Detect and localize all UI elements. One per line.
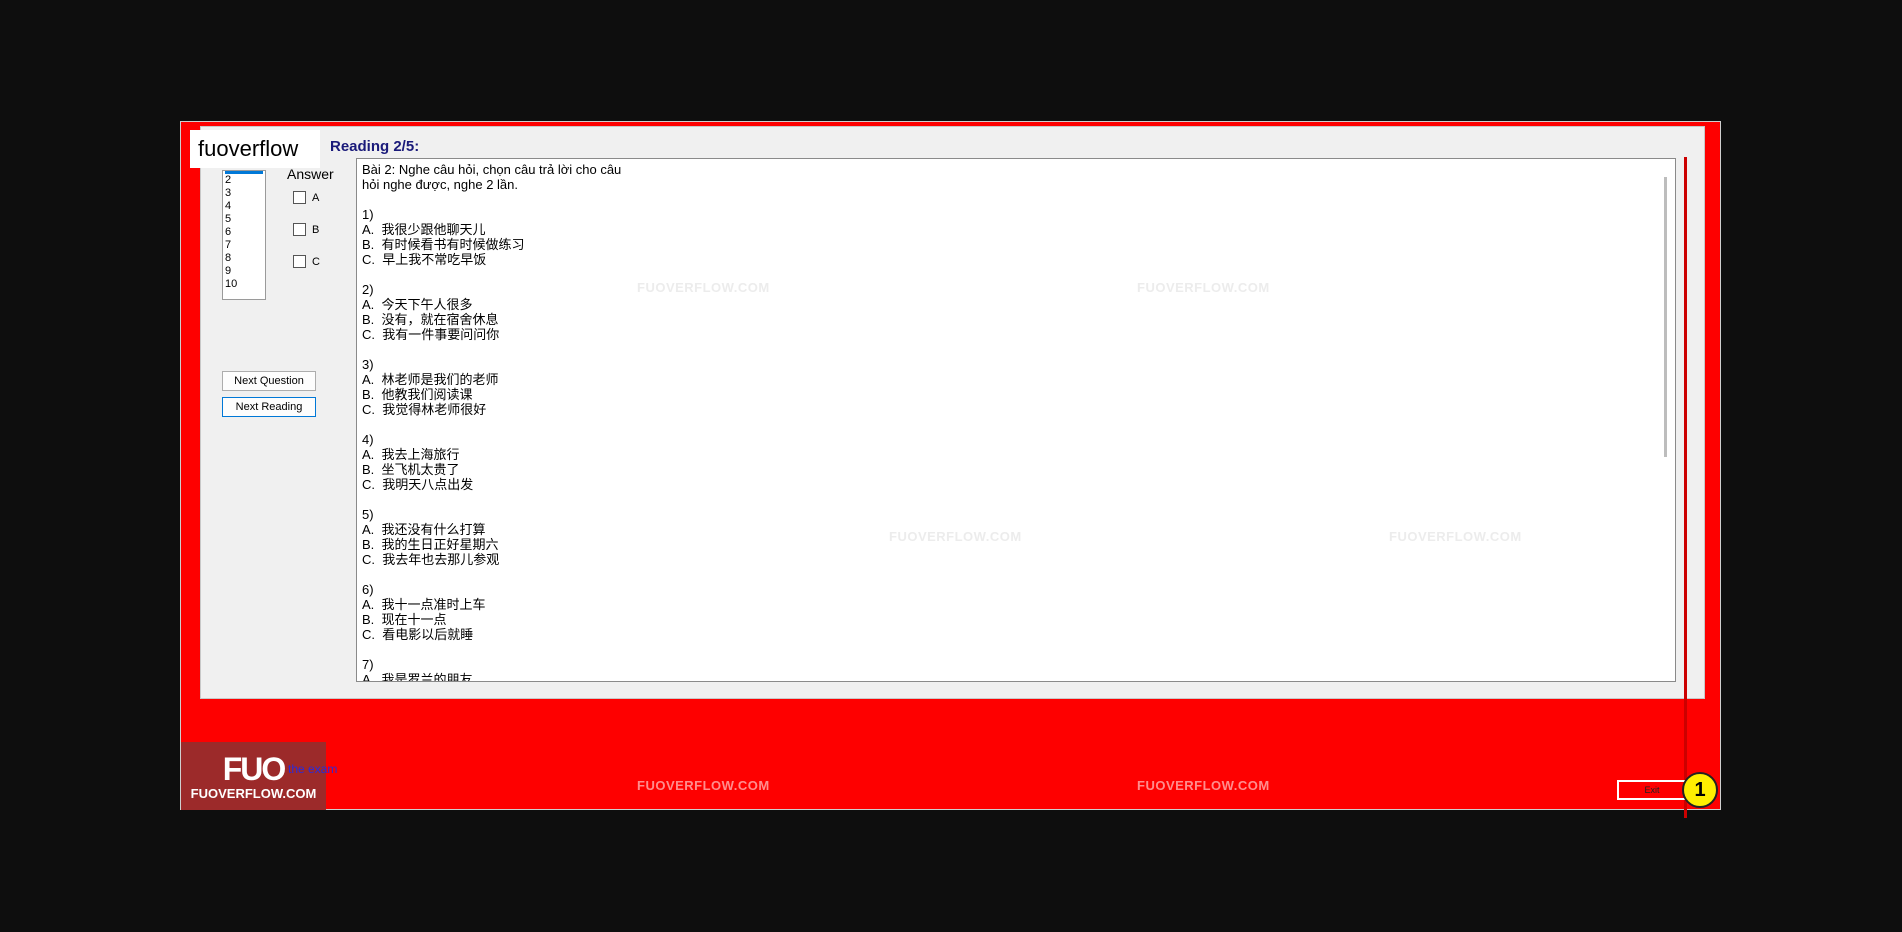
finish-exam-link[interactable]: the exam: [288, 762, 337, 776]
question-list-item[interactable]: 9: [223, 265, 265, 278]
number-badge: 1: [1682, 772, 1718, 808]
question-list-item[interactable]: 8: [223, 252, 265, 265]
brand-logo: FUO FUOVERFLOW.COM: [181, 742, 326, 810]
answer-label: Answer: [287, 166, 334, 182]
reading-text: Bài 2: Nghe câu hỏi, chọn câu trả lời ch…: [362, 162, 622, 682]
reading-title: Reading 2/5:: [330, 138, 420, 155]
brand-logo-mark: FUO: [222, 750, 287, 787]
question-list-item[interactable]: 7: [223, 239, 265, 252]
watermark: FUOVERFLOW.COM: [1389, 529, 1522, 544]
option-b-label: B: [312, 223, 320, 236]
checkbox-a[interactable]: [293, 191, 306, 204]
question-list[interactable]: 2 3 4 5 6 7 8 9 10: [222, 170, 266, 300]
next-reading-button[interactable]: Next Reading: [222, 397, 316, 417]
watermark: FUOVERFLOW.COM: [1137, 778, 1270, 793]
logo-label: fuoverflow: [190, 130, 320, 168]
watermark: FUOVERFLOW.COM: [637, 280, 770, 295]
next-question-button[interactable]: Next Question: [222, 371, 316, 391]
answer-option-c[interactable]: C: [293, 255, 320, 268]
right-border: [1684, 157, 1687, 818]
answer-option-b[interactable]: B: [293, 223, 319, 236]
brand-logo-text: FUOVERFLOW.COM: [190, 785, 317, 801]
question-list-item[interactable]: 4: [223, 200, 265, 213]
question-list-item[interactable]: 3: [223, 187, 265, 200]
checkbox-b[interactable]: [293, 223, 306, 236]
question-list-item[interactable]: 10: [223, 278, 265, 291]
reading-text-area[interactable]: Bài 2: Nghe câu hỏi, chọn câu trả lời ch…: [356, 158, 1676, 682]
watermark: FUOVERFLOW.COM: [1137, 280, 1270, 295]
answer-option-a[interactable]: A: [293, 191, 319, 204]
exit-button[interactable]: Exit: [1617, 780, 1687, 800]
question-list-item[interactable]: 5: [223, 213, 265, 226]
option-c-label: C: [312, 255, 320, 268]
question-list-item[interactable]: 2: [223, 174, 265, 187]
checkbox-c[interactable]: [293, 255, 306, 268]
watermark: FUOVERFLOW.COM: [889, 529, 1022, 544]
watermark: FUOVERFLOW.COM: [637, 778, 770, 793]
question-list-item[interactable]: 6: [223, 226, 265, 239]
scrollbar[interactable]: [1664, 177, 1667, 457]
option-a-label: A: [312, 191, 320, 204]
